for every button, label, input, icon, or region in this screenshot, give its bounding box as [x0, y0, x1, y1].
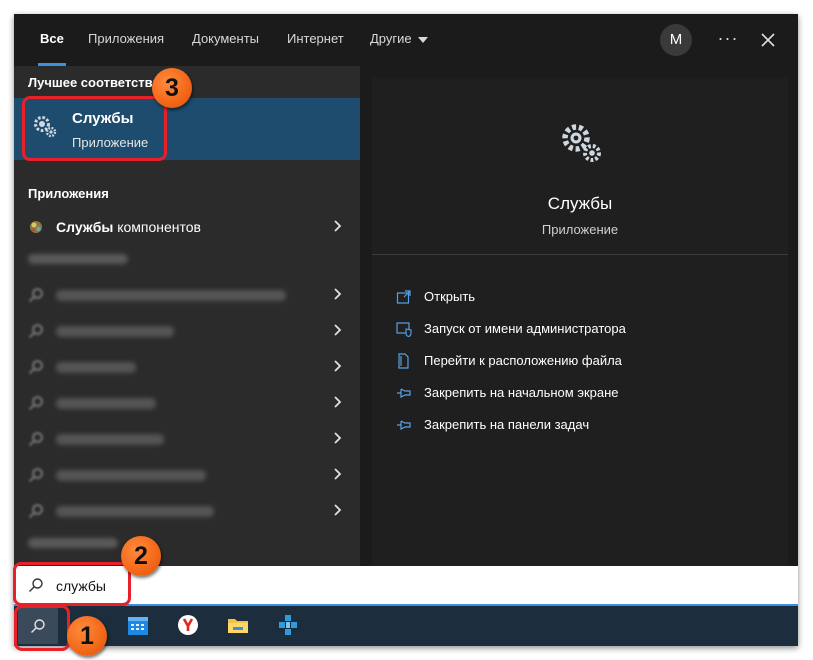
search-icon — [28, 468, 43, 483]
blurred-text — [56, 290, 286, 301]
preview-pane: Службы Приложение Открыть Запуск от имен… — [372, 78, 788, 566]
search-tabs-bar: Все Приложения Документы Интернет Другие… — [14, 14, 798, 66]
tab-documents[interactable]: Документы — [192, 14, 259, 66]
chevron-right-icon — [334, 324, 342, 336]
chevron-right-icon — [334, 432, 342, 444]
yandex-browser-icon — [178, 615, 198, 635]
list-item-blurred[interactable] — [14, 350, 360, 384]
blurred-text — [56, 470, 206, 481]
list-item-blurred[interactable] — [14, 278, 360, 312]
component-services-icon — [30, 221, 42, 233]
gear-icon — [562, 124, 601, 162]
blurred-text — [56, 506, 214, 517]
taskbar — [14, 606, 798, 646]
chevron-down-icon — [417, 36, 428, 43]
list-item-component-services[interactable]: Службы компонентов — [14, 210, 360, 244]
best-match-services[interactable]: Службы Приложение — [14, 98, 360, 160]
taskbar-app[interactable] — [268, 608, 308, 644]
label-bold: Службы — [56, 219, 114, 235]
best-match-subtitle: Приложение — [72, 135, 149, 150]
list-item-blurred[interactable] — [14, 314, 360, 348]
preview-subtitle: Приложение — [541, 222, 619, 237]
blurred-heading — [28, 254, 128, 264]
shield-icon — [396, 322, 412, 337]
blurred-text — [56, 326, 174, 337]
tab-all[interactable]: Все — [38, 14, 66, 66]
label-rest: компонентов — [113, 219, 201, 235]
list-item-blurred[interactable] — [14, 494, 360, 528]
search-icon — [31, 619, 45, 633]
avatar[interactable]: M — [660, 24, 692, 56]
search-icon — [28, 432, 43, 447]
step-badge-2: 2 — [121, 536, 161, 576]
preview-title: Службы — [547, 194, 613, 213]
results-list: Лучшее соответствие Службы Приложение Пр… — [14, 66, 360, 566]
action-label: Закрепить на панели задач — [424, 417, 590, 432]
more-options-button[interactable]: ··· — [714, 26, 742, 54]
chevron-right-icon — [334, 504, 342, 516]
best-match-heading: Лучшее соответствие — [28, 75, 168, 90]
open-icon — [396, 290, 411, 304]
search-icon — [29, 578, 43, 592]
step-badge-1: 1 — [67, 616, 107, 656]
folder-icon — [228, 619, 248, 633]
search-icon — [28, 504, 43, 519]
pin-icon — [397, 420, 411, 430]
blurred-heading — [28, 538, 118, 548]
list-item-blurred[interactable] — [14, 386, 360, 420]
tab-apps[interactable]: Приложения — [88, 14, 164, 66]
apps-heading: Приложения — [28, 186, 109, 201]
search-icon — [28, 288, 43, 303]
file-location-icon — [398, 353, 409, 369]
action-label: Перейти к расположению файла — [424, 353, 622, 368]
step-badge-3: 3 — [152, 68, 192, 108]
chevron-right-icon — [334, 360, 342, 372]
action-label: Запуск от имени администратора — [424, 321, 626, 336]
calendar-icon — [128, 617, 148, 635]
close-icon — [761, 33, 775, 47]
taskbar-file-explorer[interactable] — [218, 608, 258, 644]
blurred-text — [56, 362, 136, 373]
taskbar-calendar-app[interactable] — [118, 608, 158, 644]
list-item-blurred[interactable] — [14, 458, 360, 492]
search-input[interactable] — [54, 574, 358, 598]
list-item-blurred[interactable] — [14, 422, 360, 456]
blurred-text — [56, 398, 156, 409]
pin-icon — [397, 388, 411, 398]
chevron-right-icon — [334, 468, 342, 480]
taskbar-yandex-browser[interactable] — [168, 608, 208, 644]
tab-other-label: Другие — [370, 31, 412, 46]
gear-icon — [34, 116, 57, 138]
search-icon — [28, 396, 43, 411]
divider — [372, 254, 788, 255]
chevron-right-icon — [334, 220, 342, 232]
tab-other[interactable]: Другие — [370, 14, 428, 66]
list-item-label: Службы компонентов — [56, 219, 201, 235]
action-label: Закрепить на начальном экране — [424, 385, 619, 400]
chevron-right-icon — [334, 396, 342, 408]
taskbar-search-button[interactable] — [18, 608, 58, 644]
tab-internet[interactable]: Интернет — [287, 14, 344, 66]
app-icon — [279, 615, 297, 635]
close-button[interactable] — [754, 26, 782, 54]
search-icon — [28, 360, 43, 375]
chevron-right-icon — [334, 288, 342, 300]
best-match-title: Службы — [72, 110, 134, 127]
action-label: Открыть — [424, 289, 476, 304]
search-icon — [28, 324, 43, 339]
blurred-text — [56, 434, 164, 445]
